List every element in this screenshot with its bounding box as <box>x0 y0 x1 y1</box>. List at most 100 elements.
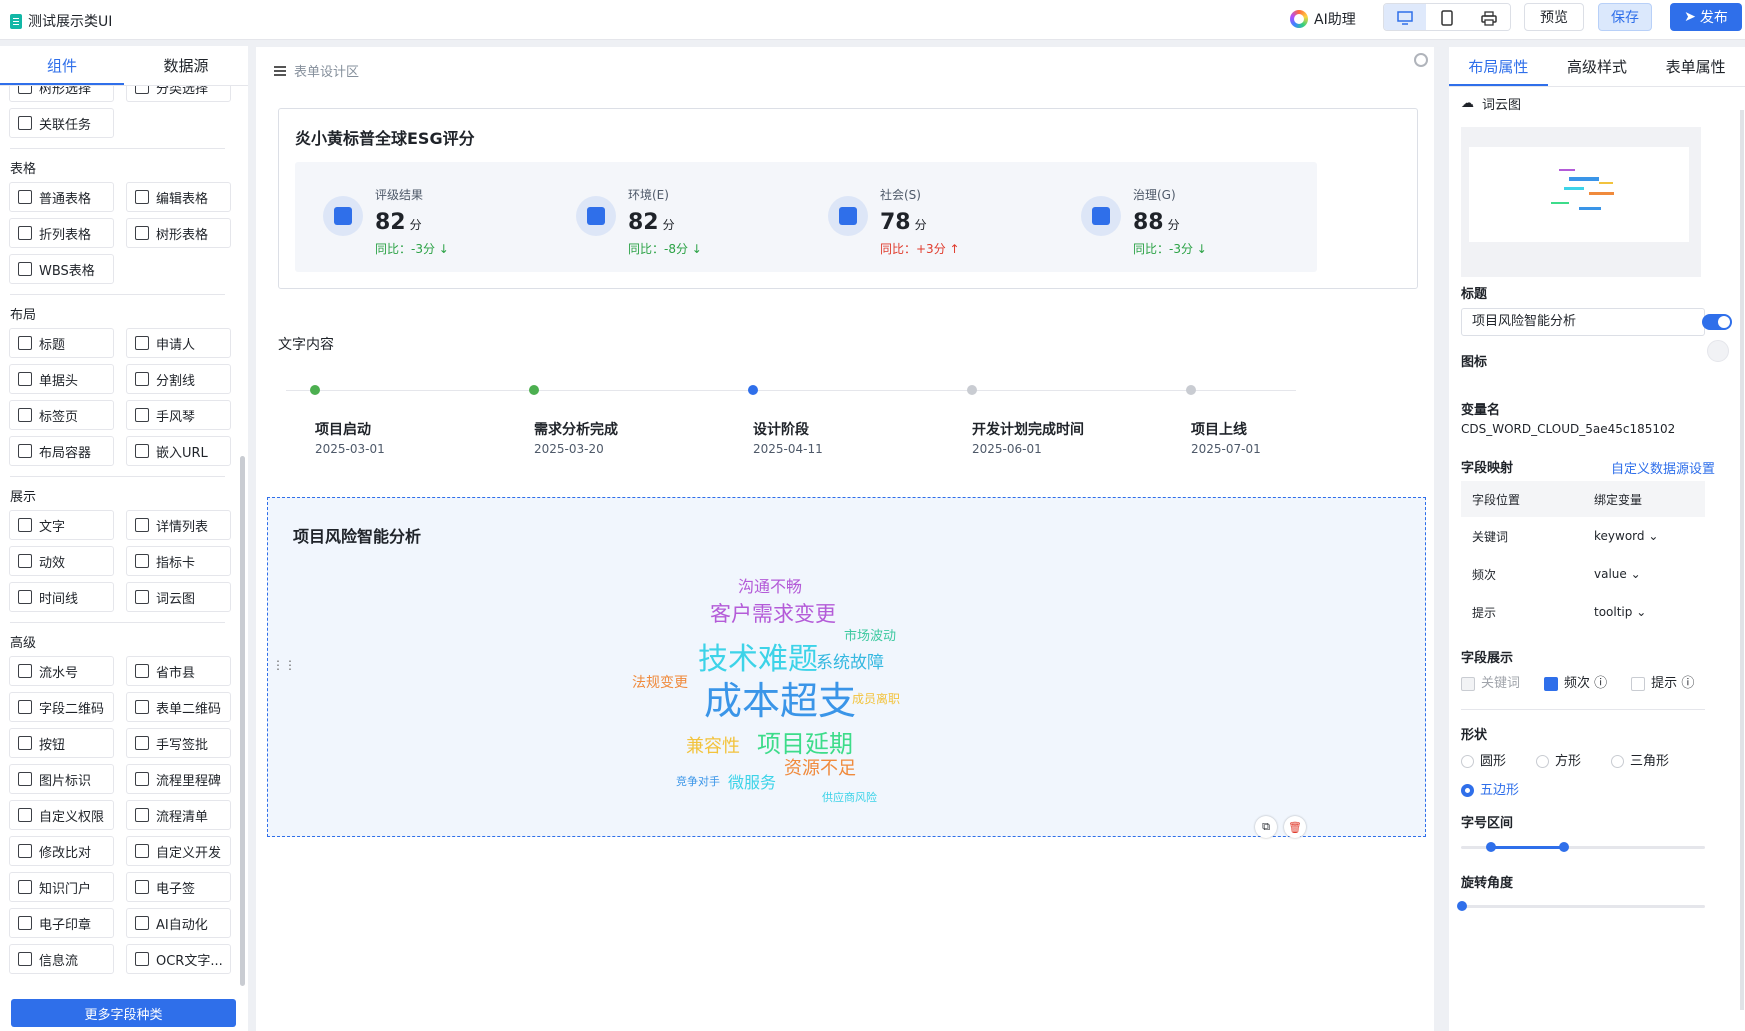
component-item[interactable]: 嵌入URL <box>126 436 231 466</box>
timeline-date: 2025-04-11 <box>753 442 823 456</box>
field-display-label: 字段展示 <box>1461 651 1514 666</box>
metric-label: 社会(S) <box>880 188 921 202</box>
component-item[interactable]: WBS表格 <box>9 254 114 284</box>
metric-value: 82 分 <box>628 210 675 235</box>
left-scrollbar[interactable] <box>240 456 245 986</box>
component-item[interactable]: 字段二维码 <box>9 692 114 722</box>
rotation-slider[interactable] <box>1457 901 1705 911</box>
component-item[interactable]: 流程里程碑 <box>126 764 231 794</box>
timeline-label: 开发计划完成时间 <box>972 422 1084 438</box>
tab-form-props[interactable]: 表单属性 <box>1646 47 1745 86</box>
tab-components[interactable]: 组件 <box>0 46 124 85</box>
slider-knob[interactable] <box>1486 842 1496 852</box>
radio-pentagon[interactable]: 五边形 <box>1461 779 1519 798</box>
checkbox-frequency[interactable]: 频次 ⓘ <box>1544 672 1607 691</box>
wordcloud-word: 成员离职 <box>852 692 901 706</box>
delete-icon[interactable]: 🗑 <box>1284 816 1306 838</box>
title-toggle[interactable] <box>1702 314 1732 330</box>
app-title-text: 测试展示类UI <box>28 14 113 30</box>
component-item[interactable]: 分割线 <box>126 364 231 394</box>
metric-compare: 同比：-3分 ↓ <box>375 242 449 256</box>
custom-datasource-link[interactable]: 自定义数据源设置 <box>1611 458 1715 477</box>
component-item[interactable]: 折列表格 <box>9 218 114 248</box>
wordcloud-word: 客户需求变更 <box>710 602 836 626</box>
drag-handle-icon[interactable]: ⋮⋮ <box>272 658 296 672</box>
component-item[interactable]: 电子印章 <box>9 908 114 938</box>
desktop-view-button[interactable] <box>1384 4 1426 30</box>
component-item[interactable]: 图片标识 <box>9 764 114 794</box>
tab-advanced-style[interactable]: 高级样式 <box>1548 47 1647 86</box>
flow-icon <box>135 808 149 822</box>
component-category-select[interactable]: 分类选择 <box>126 86 231 102</box>
field-display-options: 关键词 频次 ⓘ 提示 ⓘ <box>1461 672 1694 691</box>
component-item[interactable]: 手写签批 <box>126 728 231 758</box>
component-item[interactable]: 修改比对 <box>9 836 114 866</box>
title-input[interactable]: 项目风险智能分析 <box>1461 308 1705 336</box>
slider-knob[interactable] <box>1457 901 1467 911</box>
component-item[interactable]: 文字 <box>9 510 114 540</box>
wordcloud-component[interactable]: ⋮⋮ 项目风险智能分析 沟通不畅 客户需求变更 市场波动 技术难题 系统故障 法… <box>267 497 1426 838</box>
component-item[interactable]: 词云图 <box>126 582 231 612</box>
timeline-label: 项目启动 <box>315 422 371 438</box>
component-item[interactable]: 树形表格 <box>126 218 231 248</box>
right-scrollbar[interactable] <box>1740 110 1744 1010</box>
mapping-select[interactable]: tooltip ⌄ <box>1583 605 1705 619</box>
radio-triangle[interactable]: 三角形 <box>1611 750 1669 769</box>
flag-icon <box>135 772 149 786</box>
component-item[interactable]: 信息流 <box>9 944 114 974</box>
component-item[interactable]: 表单二维码 <box>126 692 231 722</box>
component-item[interactable]: 详情列表 <box>126 510 231 540</box>
radio-square[interactable]: 方形 <box>1536 750 1581 769</box>
mapping-select[interactable]: value ⌄ <box>1583 567 1705 581</box>
component-item[interactable]: 编辑表格 <box>126 182 231 212</box>
component-item[interactable]: 电子签 <box>126 872 231 902</box>
component-item[interactable]: 指标卡 <box>126 546 231 576</box>
tablet-view-button[interactable] <box>1426 4 1468 30</box>
component-item[interactable]: OCR文字... <box>126 944 231 974</box>
tab-datasource[interactable]: 数据源 <box>124 46 248 85</box>
component-item[interactable]: 申请人 <box>126 328 231 358</box>
component-item[interactable]: 标题 <box>9 328 114 358</box>
component-item[interactable]: 自定义开发 <box>126 836 231 866</box>
timeline-date: 2025-07-01 <box>1191 442 1261 456</box>
component-item[interactable]: 布局容器 <box>9 436 114 466</box>
mapping-select[interactable]: keyword ⌄ <box>1583 529 1705 543</box>
icon-label: 图标 <box>1461 355 1488 370</box>
component-item[interactable]: 自定义权限 <box>9 800 114 830</box>
component-item[interactable]: 动效 <box>9 546 114 576</box>
component-item[interactable]: 标签页 <box>9 400 114 430</box>
component-tree-select[interactable]: 树形选择 <box>9 86 114 102</box>
settings-icon[interactable] <box>1414 53 1428 67</box>
esg-score-panel[interactable]: 炎小黄标普全球ESG评分 评级结果 82 分 同比：-3分 ↓ 环境(E) 82 分… <box>278 108 1418 289</box>
metric-card-icon <box>135 554 149 568</box>
publish-button[interactable]: ➤ 发布 <box>1670 3 1742 31</box>
component-list[interactable]: 树形选择 分类选择 关联任务 表格 普通表格 编辑表格 折列表格 树形表格 WB… <box>0 86 235 981</box>
radio-circle[interactable]: 圆形 <box>1461 750 1506 769</box>
checkbox-tooltip[interactable]: 提示 ⓘ <box>1631 672 1694 691</box>
icon-picker[interactable] <box>1707 340 1729 362</box>
component-item[interactable]: AI自动化 <box>126 908 231 938</box>
slider-knob[interactable] <box>1559 842 1569 852</box>
component-item[interactable]: 知识门户 <box>9 872 114 902</box>
more-fields-button[interactable]: 更多字段种类 <box>11 999 236 1027</box>
tab-layout-props[interactable]: 布局属性 <box>1449 47 1548 86</box>
component-item[interactable]: 单据头 <box>9 364 114 394</box>
save-button[interactable]: 保存 <box>1598 3 1652 31</box>
component-item[interactable]: 手风琴 <box>126 400 231 430</box>
component-item[interactable]: 时间线 <box>9 582 114 612</box>
copy-icon[interactable]: ⧉ <box>1255 816 1277 838</box>
print-view-button[interactable] <box>1468 4 1510 30</box>
component-item[interactable]: 省市县 <box>126 656 231 686</box>
component-related-task[interactable]: 关联任务 <box>9 108 114 138</box>
component-item[interactable]: 流程清单 <box>126 800 231 830</box>
font-range-slider[interactable] <box>1461 842 1705 852</box>
ai-assistant-label: AI助理 <box>1314 12 1356 28</box>
component-item[interactable]: 流水号 <box>9 656 114 686</box>
metric-value: 88 分 <box>1133 210 1180 235</box>
component-item[interactable]: 普通表格 <box>9 182 114 212</box>
preview-button[interactable]: 预览 <box>1524 3 1584 31</box>
ai-assistant-button[interactable]: AI助理 <box>1290 9 1356 29</box>
component-item[interactable]: 按钮 <box>9 728 114 758</box>
help-icon: ⓘ <box>1677 676 1695 691</box>
category-icon <box>135 86 149 94</box>
